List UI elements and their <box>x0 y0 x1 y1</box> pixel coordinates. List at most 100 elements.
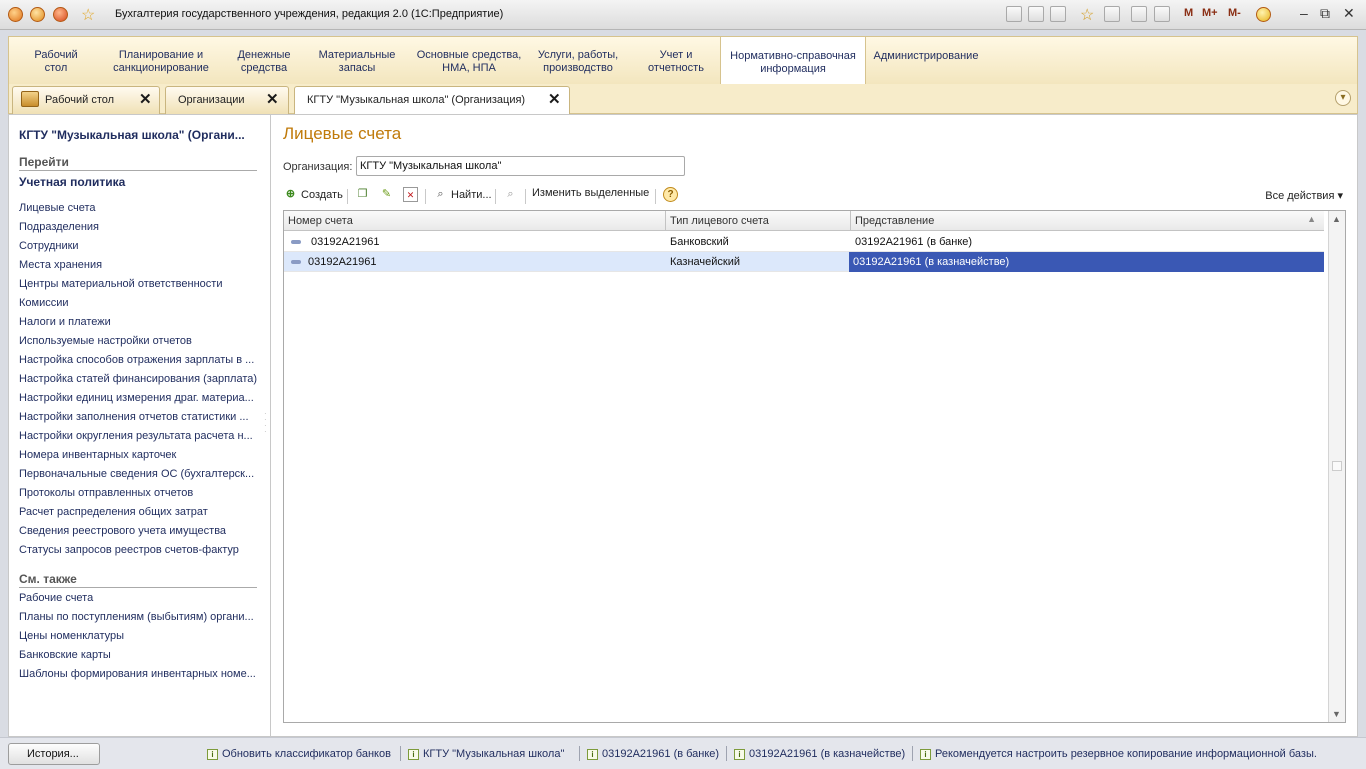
change-selected-label: Изменить выделенные <box>532 187 650 199</box>
favorites-star-icon[interactable]: ☆ <box>81 5 95 25</box>
dropdown-menu-icon[interactable] <box>30 7 45 22</box>
status-message-text: 03192A21961 (в казначействе) <box>749 748 906 760</box>
memory-mplus-button[interactable]: M+ <box>1202 7 1218 19</box>
close-tab-icon[interactable]: ✕ <box>139 90 152 108</box>
memory-mminus-button[interactable]: M- <box>1228 7 1241 19</box>
tab-desktop[interactable]: Рабочий стол ✕ <box>12 86 160 114</box>
see-also-link[interactable]: Планы по поступлениям (выбытиям) органи.… <box>19 611 259 623</box>
section-administration[interactable]: Администрирование <box>871 50 981 63</box>
change-selected-button[interactable]: Изменить выделенные <box>532 187 649 199</box>
preview-icon[interactable] <box>1050 6 1066 22</box>
table-row[interactable]: 03192A21961 Казначейский 03192A21961 (в … <box>284 252 1324 272</box>
status-message[interactable]: i КГТУ "Музыкальная школа" <box>408 748 564 760</box>
scroll-up-icon[interactable]: ▲ <box>1332 214 1341 224</box>
all-actions-menu[interactable]: Все действия ▾ <box>1265 189 1343 202</box>
close-icon[interactable]: ✕ <box>1343 5 1355 22</box>
tabs-menu-icon[interactable]: ▾ <box>1335 90 1351 106</box>
nav-link[interactable]: Настройки округления результата расчета … <box>19 430 259 442</box>
see-also-link[interactable]: Цены номенклатуры <box>19 630 259 642</box>
table-header: Номер счета Тип лицевого счета Представл… <box>284 211 1324 231</box>
navigation-panel: КГТУ "Музыкальная школа" (Органи... Пере… <box>9 115 271 736</box>
section-desktop[interactable]: Рабочий стол <box>23 49 89 75</box>
column-header-number[interactable]: Номер счета <box>284 211 666 231</box>
accounting-policy-link[interactable]: Учетная политика <box>19 175 125 189</box>
app-menu-icon[interactable] <box>8 7 23 22</box>
sections-panel: Рабочий стол Планирование и санкциониров… <box>8 36 1358 85</box>
form-title: Лицевые счета <box>283 124 402 143</box>
column-header-view[interactable]: Представление ▲ <box>851 211 1324 231</box>
calendar-icon[interactable] <box>1154 6 1170 22</box>
find-button[interactable]: ⌕ Найти... <box>433 187 491 202</box>
scroll-down-icon[interactable]: ▼ <box>1332 709 1341 719</box>
add-favorite-icon[interactable]: ☆ <box>1080 5 1094 25</box>
section-money[interactable]: Денежные средства <box>233 49 295 75</box>
desktop-icon <box>21 91 39 107</box>
see-also-link[interactable]: Банковские карты <box>19 649 259 661</box>
close-tab-icon[interactable]: ✕ <box>266 90 279 108</box>
edit-button[interactable]: ✎ <box>379 187 394 202</box>
section-fixed-assets[interactable]: Основные средства, НМА, НПА <box>411 49 527 75</box>
nav-link[interactable]: Расчет распределения общих затрат <box>19 506 259 518</box>
cell-number: 03192A21961 <box>308 256 377 268</box>
nav-link[interactable]: Подразделения <box>19 221 259 233</box>
calculator-icon[interactable] <box>1131 6 1147 22</box>
search-icon: ⌕ <box>437 188 444 200</box>
minimize-icon[interactable]: – <box>1300 5 1308 21</box>
tab-organization-card[interactable]: КГТУ "Музыкальная школа" (Организация) ✕ <box>294 86 570 115</box>
organization-field[interactable]: КГТУ "Музыкальная школа" <box>356 156 685 176</box>
delete-button[interactable]: ✕ <box>403 187 418 202</box>
history-button[interactable]: История... <box>8 743 100 765</box>
nav-link[interactable]: Налоги и платежи <box>19 316 259 328</box>
nav-link[interactable]: Используемые настройки отчетов <box>19 335 259 347</box>
nav-link[interactable]: Номера инвентарных карточек <box>19 449 259 461</box>
restore-icon[interactable]: ⧉ <box>1320 5 1330 22</box>
column-header-type[interactable]: Тип лицевого счета <box>666 211 851 231</box>
nav-link[interactable]: Настройки единиц измерения драг. материа… <box>19 392 259 404</box>
favorites-icon[interactable] <box>1104 6 1120 22</box>
status-message[interactable]: i 03192A21961 (в банке) <box>587 748 719 760</box>
close-tab-icon[interactable]: ✕ <box>548 90 561 108</box>
info-icon: i <box>207 748 218 760</box>
divider <box>19 587 257 588</box>
nav-link[interactable]: Настройка способов отражения зарплаты в … <box>19 354 259 366</box>
section-accounting[interactable]: Учет и отчетность <box>639 49 713 75</box>
see-also-link[interactable]: Шаблоны формирования инвентарных номе... <box>19 668 259 680</box>
title-bar: ☆ Бухгалтерия государственного учреждени… <box>0 0 1366 30</box>
copy-button[interactable]: ❐ <box>355 187 370 202</box>
nav-link[interactable]: Сведения реестрового учета имущества <box>19 525 259 537</box>
status-message[interactable]: i Рекомендуется настроить резервное копи… <box>920 748 1317 760</box>
create-button[interactable]: ⊕ Создать <box>283 187 343 202</box>
row-state-icon <box>291 260 301 264</box>
status-message[interactable]: i Обновить классификатор банков <box>207 748 391 760</box>
status-message[interactable]: i 03192A21961 (в казначействе) <box>734 748 905 760</box>
create-label: Создать <box>301 188 343 201</box>
section-planning[interactable]: Планирование и санкционирование <box>109 49 213 75</box>
section-materials[interactable]: Материальные запасы <box>314 49 400 75</box>
scroll-thumb[interactable] <box>1332 461 1342 471</box>
help-button[interactable]: ? <box>663 187 678 202</box>
panel-splitter[interactable]: · · · · <box>264 410 268 441</box>
tab-organizations[interactable]: Организации ✕ <box>165 86 289 114</box>
status-message-text: КГТУ "Музыкальная школа" <box>423 748 565 760</box>
nav-link[interactable]: Настройка статей финансирования (зарплат… <box>19 373 259 385</box>
nav-link[interactable]: Комиссии <box>19 297 259 309</box>
nav-link[interactable]: Протоколы отправленных отчетов <box>19 487 259 499</box>
section-services[interactable]: Услуги, работы, производство <box>533 49 623 75</box>
nav-link[interactable]: Первоначальные сведения ОС (бухгалтерск.… <box>19 468 259 480</box>
nav-link[interactable]: Настройки заполнения отчетов статистики … <box>19 411 259 423</box>
save-icon[interactable] <box>1006 6 1022 22</box>
nav-link[interactable]: Центры материальной ответственности <box>19 278 259 290</box>
record-icon[interactable] <box>53 7 68 22</box>
nav-link[interactable]: Сотрудники <box>19 240 259 252</box>
memory-m-button[interactable]: M <box>1184 7 1193 19</box>
section-reference-info[interactable]: Нормативно-справочная информация <box>720 36 866 85</box>
vertical-scrollbar[interactable]: ▲ ▼ <box>1328 211 1345 722</box>
see-also-link[interactable]: Рабочие счета <box>19 592 259 604</box>
nav-link[interactable]: Статусы запросов реестров счетов-фактур <box>19 544 259 556</box>
nav-link-personal-accounts[interactable]: Лицевые счета <box>19 202 259 214</box>
info-icon[interactable] <box>1256 7 1271 22</box>
nav-link[interactable]: Места хранения <box>19 259 259 271</box>
cancel-search-button[interactable]: ⌕ <box>503 187 518 202</box>
print-icon[interactable] <box>1028 6 1044 22</box>
table-row[interactable]: 03192A21961 Банковский 03192A21961 (в ба… <box>284 232 1324 252</box>
